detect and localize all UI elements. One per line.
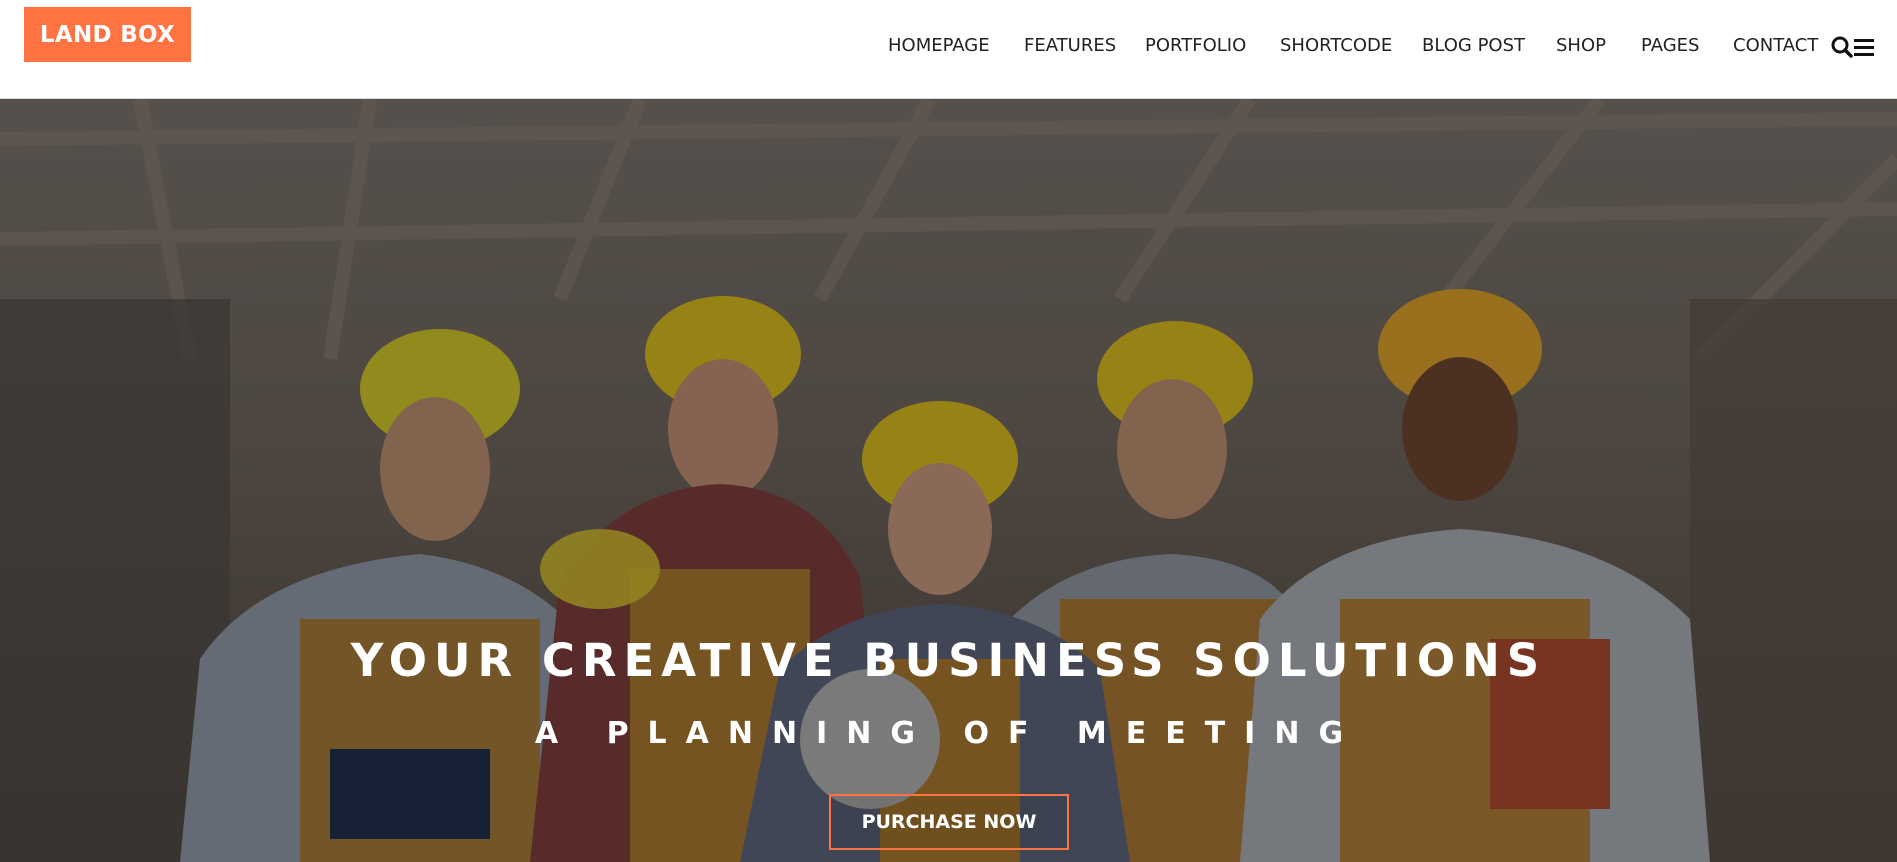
nav-item-features[interactable]: FEATURES (1024, 35, 1116, 56)
nav-item-blog-post[interactable]: BLOG POST (1422, 35, 1525, 56)
hero-banner: YOUR CREATIVE BUSINESS SOLUTIONS A PLANN… (0, 99, 1897, 862)
nav-item-portfolio[interactable]: PORTFOLIO (1145, 35, 1246, 56)
purchase-now-button[interactable]: PURCHASE NOW (829, 794, 1069, 850)
hero-title: YOUR CREATIVE BUSINESS SOLUTIONS (350, 634, 1547, 687)
nav-item-homepage[interactable]: HOMEPAGE (888, 35, 990, 56)
nav-icons (1830, 35, 1885, 59)
hero-subtitle: A PLANNING OF MEETING (534, 716, 1363, 751)
site-header: LAND BOX HOMEPAGE FEATURES PORTFOLIO SHO… (0, 0, 1897, 99)
nav-item-pages[interactable]: PAGES (1641, 35, 1699, 56)
nav-item-shortcode[interactable]: SHORTCODE (1280, 35, 1392, 56)
search-icon[interactable] (1831, 36, 1853, 58)
nav-item-shop[interactable]: SHOP (1556, 35, 1606, 56)
nav-item-contact[interactable]: CONTACT (1733, 35, 1818, 56)
site-logo[interactable]: LAND BOX (24, 7, 191, 62)
menu-icon[interactable] (1854, 39, 1874, 56)
